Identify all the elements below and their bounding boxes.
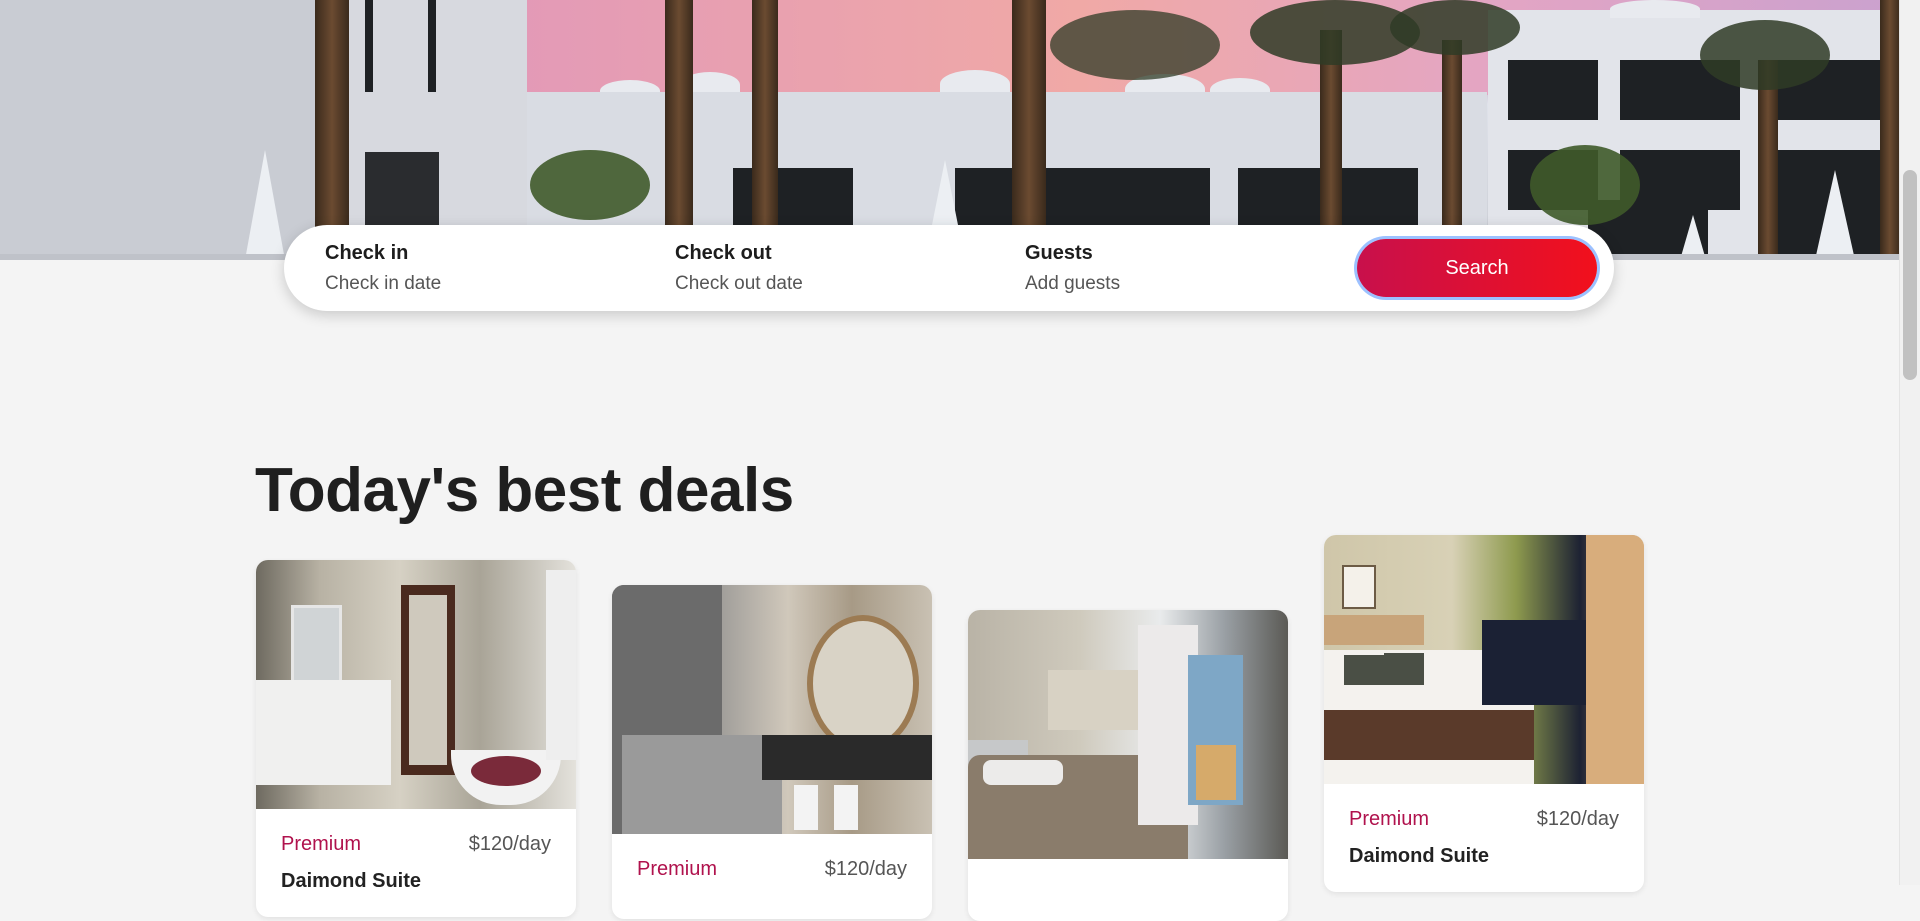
room-tier: Premium bbox=[1349, 808, 1430, 830]
room-price: $120/day bbox=[468, 833, 551, 855]
search-bar: Check in Check in date Check out Check o… bbox=[284, 225, 1614, 311]
check-out-placeholder[interactable]: Check out date bbox=[675, 273, 803, 295]
guests-label: Guests bbox=[1025, 242, 1093, 264]
room-name: Daimond Suite bbox=[1349, 845, 1490, 867]
check-out-label: Check out bbox=[675, 242, 772, 264]
check-in-label: Check in bbox=[325, 242, 409, 264]
scrollbar-thumb[interactable] bbox=[1903, 170, 1917, 380]
room-price: $120/day bbox=[824, 858, 907, 880]
check-out-field[interactable]: Check out Check out date bbox=[675, 242, 803, 295]
room-tier: Premium bbox=[637, 858, 718, 880]
search-button[interactable]: Search bbox=[1357, 239, 1597, 297]
deal-card[interactable] bbox=[968, 610, 1288, 921]
room-photo bbox=[256, 560, 576, 809]
check-in-field[interactable]: Check in Check in date bbox=[325, 242, 441, 295]
room-price: $120/day bbox=[1536, 808, 1619, 830]
room-photo bbox=[968, 610, 1288, 859]
page-scrollbar[interactable] bbox=[1899, 0, 1920, 885]
room-tier: Premium bbox=[281, 833, 362, 855]
deal-card[interactable]: Premium $120/day bbox=[612, 585, 932, 919]
hero-image bbox=[0, 0, 1900, 260]
room-photo bbox=[1324, 535, 1644, 784]
guests-field[interactable]: Guests Add guests bbox=[1025, 242, 1120, 295]
deal-card[interactable]: Premium $120/day Daimond Suite bbox=[256, 560, 576, 917]
deals-title: Today's best deals bbox=[255, 456, 794, 525]
room-name: Daimond Suite bbox=[281, 870, 422, 892]
check-in-placeholder[interactable]: Check in date bbox=[325, 273, 441, 295]
room-photo bbox=[612, 585, 932, 834]
deal-card[interactable]: Premium $120/day Daimond Suite bbox=[1324, 535, 1644, 892]
guests-placeholder[interactable]: Add guests bbox=[1025, 273, 1120, 295]
